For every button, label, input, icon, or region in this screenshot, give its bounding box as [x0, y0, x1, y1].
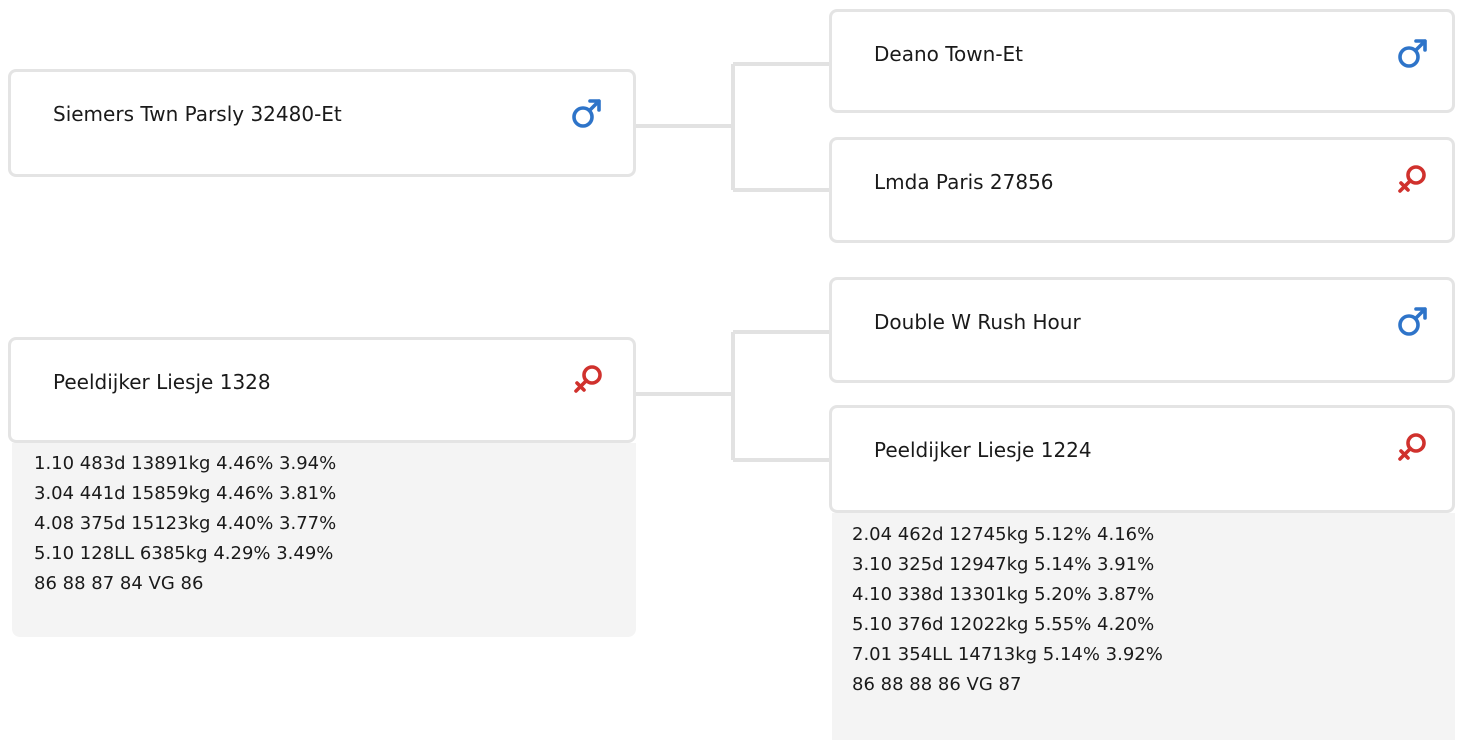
sire-sire-card[interactable]: Deano Town-Et — [829, 9, 1455, 113]
stats-line: 7.01 354LL 14713kg 5.14% 3.92% — [852, 644, 1163, 665]
dam-stats-panel: 1.10 483d 13891kg 4.46% 3.94% 3.04 441d … — [12, 443, 636, 637]
stats-line: 2.04 462d 12745kg 5.12% 4.16% — [852, 524, 1155, 545]
sire-dam-name: Lmda Paris 27856 — [874, 170, 1054, 194]
stats-line: 5.10 128LL 6385kg 4.29% 3.49% — [34, 543, 334, 564]
dam-dam-name: Peeldijker Liesje 1224 — [874, 438, 1092, 462]
stats-line: 1.10 483d 13891kg 4.46% 3.94% — [34, 453, 337, 474]
dam-sire-name: Double W Rush Hour — [874, 310, 1081, 334]
dam-dam-card[interactable]: Peeldijker Liesje 1224 — [829, 405, 1455, 513]
stats-line: 86 88 87 84 VG 86 — [34, 573, 204, 594]
sire-sire-name: Deano Town-Et — [874, 42, 1024, 66]
dam-card[interactable]: Peeldijker Liesje 1328 — [8, 337, 636, 443]
sire-card[interactable]: Siemers Twn Parsly 32480-Et — [8, 69, 636, 177]
dam-name: Peeldijker Liesje 1328 — [53, 370, 271, 394]
female-icon — [1398, 433, 1426, 461]
stats-line: 5.10 376d 12022kg 5.55% 4.20% — [852, 614, 1155, 635]
stats-line: 4.10 338d 13301kg 5.20% 3.87% — [852, 584, 1155, 605]
dam-dam-stats-panel: 2.04 462d 12745kg 5.12% 4.16% 3.10 325d … — [832, 513, 1455, 740]
male-icon — [1398, 39, 1427, 68]
stats-line: 3.04 441d 15859kg 4.46% 3.81% — [34, 483, 337, 504]
female-icon — [574, 365, 602, 393]
male-icon — [572, 99, 601, 128]
dam-sire-card[interactable]: Double W Rush Hour — [829, 277, 1455, 383]
female-icon — [1398, 165, 1426, 193]
sire-name: Siemers Twn Parsly 32480-Et — [53, 102, 342, 126]
male-icon — [1398, 307, 1427, 336]
stats-line: 86 88 88 86 VG 87 — [852, 674, 1022, 695]
stats-line: 4.08 375d 15123kg 4.40% 3.77% — [34, 513, 337, 534]
sire-dam-card[interactable]: Lmda Paris 27856 — [829, 137, 1455, 243]
connector-dam-line — [634, 330, 830, 462]
stats-line: 3.10 325d 12947kg 5.14% 3.91% — [852, 554, 1155, 575]
connector-sire-line — [634, 62, 830, 192]
